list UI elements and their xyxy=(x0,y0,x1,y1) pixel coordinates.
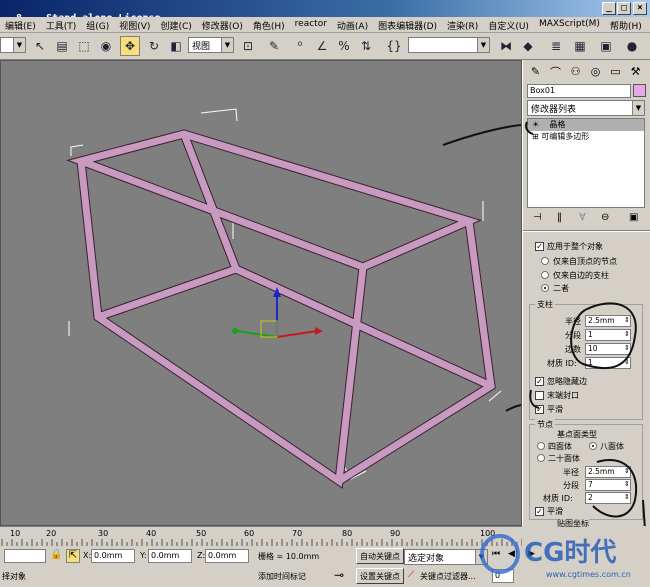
z-label: Z: xyxy=(197,551,206,560)
menu-edit[interactable]: 编辑(E) xyxy=(0,17,41,32)
close-button[interactable]: × xyxy=(633,2,647,15)
selection-filter-dropdown[interactable]: ▼ xyxy=(0,37,26,53)
rect-selection-icon[interactable]: ⬚ xyxy=(74,36,94,56)
key-selection-value: 选定对象 xyxy=(408,554,445,564)
menu-character[interactable]: 角色(H) xyxy=(248,17,290,32)
absolute-mode-icon[interactable]: ⇱ xyxy=(66,549,80,563)
prompt-line: 择对象 xyxy=(2,572,26,581)
chevron-down-icon: ▼ xyxy=(13,38,25,52)
command-panel: ✎ ⌒ ⚇ ◎ ▭ ⚒ Box01 修改器列表 ▼ ☀ 晶格 ⊞ 可编辑多边形 … xyxy=(522,60,650,529)
tick-label: 60 xyxy=(244,529,255,538)
select-manipulate-icon[interactable]: ✎ xyxy=(264,36,284,56)
y-label: Y: xyxy=(140,551,147,560)
menu-create[interactable]: 创建(C) xyxy=(155,17,196,32)
curve-editor-icon[interactable]: ▦ xyxy=(570,36,590,56)
watermark-url: www.cgtimes.com.cn xyxy=(546,570,631,579)
menu-rendering[interactable]: 渲染(R) xyxy=(442,17,483,32)
panel-annotation-scribbles xyxy=(525,121,646,526)
maxscript-listener-field[interactable] xyxy=(4,549,46,563)
perspective-viewport[interactable] xyxy=(0,60,522,526)
set-key-button[interactable]: 设置关键点 xyxy=(356,568,404,584)
align-icon[interactable]: ◆ xyxy=(518,36,538,56)
x-coord-field[interactable]: 0.0mm xyxy=(91,549,135,563)
x-label: X: xyxy=(83,551,92,560)
watermark-brand: CG时代 xyxy=(524,538,617,568)
named-selection-dropdown[interactable]: ▼ xyxy=(408,37,490,53)
window-crossing-icon[interactable]: ◉ xyxy=(96,36,116,56)
add-time-tag-button[interactable]: 添加时间标记 xyxy=(258,571,306,582)
tick-label: 70 xyxy=(292,529,303,538)
key-icon[interactable]: ⊸ xyxy=(334,568,344,582)
watermark: CG时代 www.cgtimes.com.cn xyxy=(476,530,646,582)
coord-system-value: 视图 xyxy=(192,42,211,52)
main-toolbar: ▼ ↖ ▤ ⬚ ◉ ✥ ↻ ◧ 视图 ▼ ⊡ ✎ ⁰ ∠ % ⇅ {} ▼ ⧓ … xyxy=(0,33,650,60)
select-scale-icon[interactable]: ◧ xyxy=(166,36,186,56)
pivot-center-icon[interactable]: ⊡ xyxy=(238,36,258,56)
y-coord-field[interactable]: 0.0mm xyxy=(148,549,192,563)
select-by-name-icon[interactable]: ▤ xyxy=(52,36,72,56)
snap-3d-icon[interactable]: ⁰ xyxy=(290,36,310,56)
reference-coord-dropdown[interactable]: 视图 ▼ xyxy=(188,37,234,53)
tick-label: 90 xyxy=(390,529,401,538)
chevron-down-icon: ▼ xyxy=(221,38,233,52)
lock-icon[interactable]: 🔒 xyxy=(50,549,62,560)
percent-snap-icon[interactable]: % xyxy=(334,36,354,56)
tick-label: 20 xyxy=(46,529,57,538)
tick-label: 40 xyxy=(146,529,157,538)
select-arrow-icon[interactable]: ↖ xyxy=(30,36,50,56)
menu-views[interactable]: 视图(V) xyxy=(114,17,155,32)
timeline-ruler[interactable]: 10 20 30 40 50 60 70 80 90 100 xyxy=(0,526,523,546)
menu-reactor[interactable]: reactor xyxy=(290,17,332,32)
angle-snap-icon[interactable]: ∠ xyxy=(312,36,332,56)
tick-label: 80 xyxy=(342,529,353,538)
schematic-view-icon[interactable]: ▣ xyxy=(596,36,616,56)
key-filter-icon: ⟋ xyxy=(408,570,415,580)
cg-times-logo xyxy=(480,534,520,574)
annotation-scribbles xyxy=(442,124,521,412)
tick-label: 30 xyxy=(98,529,109,538)
z-coord-field[interactable]: 0.0mm xyxy=(205,549,249,563)
select-move-icon[interactable]: ✥ xyxy=(120,36,140,56)
tick-label: 10 xyxy=(10,529,21,538)
menu-tools[interactable]: 工具(T) xyxy=(41,17,82,32)
menu-maxscript[interactable]: MAXScript(M) xyxy=(534,17,605,32)
auto-key-button[interactable]: 自动关键点 xyxy=(356,548,404,564)
layer-manager-icon[interactable]: ≣ xyxy=(546,36,566,56)
chevron-down-icon: ▼ xyxy=(477,38,489,52)
mirror-icon[interactable]: ⧓ xyxy=(496,36,516,56)
minimize-button[interactable]: _ xyxy=(602,2,616,15)
key-filters-button[interactable]: 关键点过滤器... xyxy=(420,571,476,582)
menu-group[interactable]: 组(G) xyxy=(81,17,114,32)
material-editor-icon[interactable]: ● xyxy=(622,36,642,56)
tick-label: 50 xyxy=(196,529,207,538)
menu-graph-editors[interactable]: 图表编辑器(D) xyxy=(373,17,442,32)
select-rotate-icon[interactable]: ↻ xyxy=(144,36,164,56)
grid-size-label: 栅格 = 10.0mm xyxy=(258,552,320,561)
maximize-button[interactable]: □ xyxy=(617,2,631,15)
spinner-snap-icon[interactable]: ⇅ xyxy=(356,36,376,56)
menu-modifiers[interactable]: 修改器(O) xyxy=(197,17,248,32)
named-selection-icon[interactable]: {} xyxy=(384,36,404,56)
timeline-ticks xyxy=(1,539,523,546)
menu-help[interactable]: 帮助(H) xyxy=(605,17,647,32)
menu-bar: 编辑(E) 工具(T) 组(G) 视图(V) 创建(C) 修改器(O) 角色(H… xyxy=(0,17,650,33)
title-bar: 8 - Stand-alone License _ □ × xyxy=(0,0,650,24)
menu-customize[interactable]: 自定义(U) xyxy=(483,17,534,32)
menu-animation[interactable]: 动画(A) xyxy=(332,17,373,32)
